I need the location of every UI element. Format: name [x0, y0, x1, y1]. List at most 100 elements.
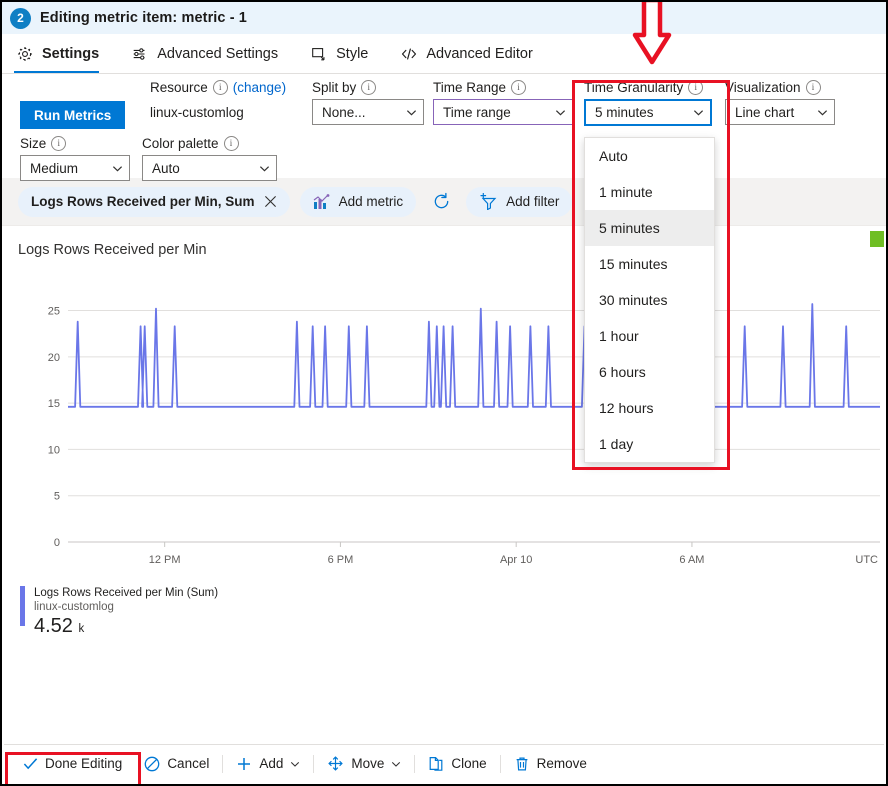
- color-palette-label-row: Color palette i: [142, 134, 292, 152]
- cancel-icon: [144, 756, 160, 771]
- tab-settings[interactable]: Settings: [12, 34, 113, 73]
- cancel-button[interactable]: Cancel: [133, 750, 220, 778]
- y-axis-tick: 25: [48, 306, 60, 318]
- y-axis-tick: 15: [48, 398, 60, 410]
- resource-value: linux-customlog: [150, 105, 244, 120]
- chevron-down-icon: [693, 110, 704, 116]
- done-editing-label: Done Editing: [45, 756, 123, 771]
- granularity-option[interactable]: 1 day: [585, 426, 714, 462]
- visualization-value: Line chart: [735, 104, 795, 120]
- sliders-icon: [133, 47, 145, 60]
- plus-icon: [238, 757, 251, 770]
- run-metrics-button[interactable]: Run Metrics: [20, 101, 126, 129]
- x-axis-tick: 12 PM: [149, 554, 181, 566]
- granularity-option[interactable]: 30 minutes: [585, 282, 714, 318]
- granularity-option[interactable]: 1 minute: [585, 174, 714, 210]
- add-filter-button[interactable]: Add filter: [466, 186, 573, 217]
- trash-icon: [516, 757, 528, 770]
- editing-metric-panel: 2 Editing metric item: metric - 1 Settin…: [0, 0, 888, 786]
- color-palette-select[interactable]: Auto: [142, 155, 277, 181]
- done-editing-button[interactable]: Done Editing: [12, 750, 133, 778]
- visualization-label-row: Visualization i: [725, 78, 845, 96]
- time-granularity-select[interactable]: 5 minutes: [584, 99, 712, 126]
- add-metric-button[interactable]: Add metric: [299, 186, 417, 217]
- time-granularity-field: Time Granularity i 5 minutes: [584, 78, 714, 126]
- clone-button[interactable]: Clone: [417, 750, 497, 778]
- time-range-field: Time Range i Time range: [433, 78, 573, 125]
- split-by-label-row: Split by i: [312, 78, 432, 96]
- tab-settings-label: Settings: [42, 45, 100, 62]
- cancel-label: Cancel: [167, 756, 210, 771]
- granularity-option[interactable]: 15 minutes: [585, 246, 714, 282]
- time-range-select[interactable]: Time range: [433, 99, 573, 125]
- remove-button[interactable]: Remove: [503, 750, 598, 778]
- chevron-down-icon: [112, 165, 123, 172]
- size-field: Size i Medium: [20, 134, 140, 181]
- y-axis-tick: 5: [54, 491, 60, 503]
- tab-bar: Settings Advanced Settings Style Advance…: [2, 34, 886, 74]
- move-label: Move: [351, 756, 385, 771]
- time-range-value: Time range: [443, 104, 511, 120]
- chart-title: Logs Rows Received per Min: [18, 242, 207, 258]
- time-range-label-row: Time Range i: [433, 78, 573, 96]
- y-axis-tick: 0: [54, 537, 60, 549]
- legend-text: Logs Rows Received per Min (Sum) linux-c…: [34, 586, 218, 641]
- time-granularity-label: Time Granularity: [584, 79, 684, 95]
- style-icon: [312, 47, 325, 60]
- size-select[interactable]: Medium: [20, 155, 130, 181]
- info-icon[interactable]: i: [223, 135, 239, 151]
- close-icon[interactable]: [264, 195, 277, 208]
- move-button[interactable]: Move: [316, 750, 412, 778]
- chevron-down-icon: [555, 109, 566, 116]
- tab-advanced-settings[interactable]: Advanced Settings: [127, 34, 292, 73]
- x-axis-tick: Apr 10: [500, 554, 532, 566]
- refresh-button[interactable]: [426, 187, 456, 217]
- panel-header: 2 Editing metric item: metric - 1: [2, 2, 886, 34]
- granularity-option[interactable]: 12 hours: [585, 390, 714, 426]
- add-filter-label: Add filter: [506, 194, 560, 209]
- chevron-down-icon: [406, 109, 417, 116]
- granularity-option[interactable]: 5 minutes: [585, 210, 714, 246]
- info-icon[interactable]: i: [688, 79, 704, 95]
- visualization-select[interactable]: Line chart: [725, 99, 835, 125]
- refresh-icon: [434, 192, 448, 209]
- tab-advanced-editor-label: Advanced Editor: [426, 45, 533, 62]
- split-by-value: None...: [322, 104, 366, 120]
- granularity-option[interactable]: 1 hour: [585, 318, 714, 354]
- divider: [414, 754, 416, 773]
- tab-style-label: Style: [336, 45, 369, 62]
- time-granularity-dropdown[interactable]: Auto 1 minute 5 minutes 15 minutes 30 minute…: [584, 137, 715, 463]
- chart-area: Logs Rows Received per Min 0 5 10 15 20 25 12 …: [2, 226, 886, 656]
- metric-chip[interactable]: Logs Rows Received per Min, Sum: [18, 186, 290, 217]
- x-axis-tick: 6 AM: [679, 554, 704, 566]
- size-value: Medium: [30, 160, 79, 176]
- settings-panel: Run Metrics Resource i (change) linux-cu…: [2, 74, 886, 181]
- info-icon[interactable]: i: [805, 79, 821, 95]
- granularity-option[interactable]: Auto: [585, 138, 714, 174]
- info-icon[interactable]: i: [212, 79, 228, 95]
- step-badge: 2: [10, 7, 31, 29]
- tab-advanced-editor[interactable]: Advanced Editor: [396, 34, 546, 73]
- y-axis-tick: 10: [48, 444, 60, 456]
- line-chart[interactable]: 0 5 10 15 20 25 12 PM 6 PM Apr 10 6 AM UTC: [2, 280, 886, 580]
- legend-value-number: 4.52: [34, 615, 73, 637]
- split-by-select[interactable]: None...: [312, 99, 424, 125]
- green-marker: [870, 231, 884, 247]
- metric-chip-label: Logs Rows Received per Min, Sum: [31, 194, 255, 209]
- color-palette-field: Color palette i Auto: [142, 134, 292, 181]
- split-by-label: Split by: [312, 79, 357, 95]
- chart-legend: Logs Rows Received per Min (Sum) linux-c…: [2, 580, 886, 641]
- info-icon[interactable]: i: [361, 79, 377, 95]
- clone-icon: [429, 756, 443, 771]
- tab-style[interactable]: Style: [306, 34, 382, 73]
- info-icon[interactable]: i: [511, 79, 527, 95]
- add-button[interactable]: Add: [225, 750, 311, 778]
- clone-label: Clone: [451, 756, 487, 771]
- time-granularity-value: 5 minutes: [595, 105, 654, 120]
- chevron-down-icon: [817, 109, 828, 116]
- granularity-option[interactable]: 6 hours: [585, 354, 714, 390]
- resource-change-link[interactable]: (change): [233, 80, 286, 95]
- command-bar: Done Editing Cancel Add Move Clone Remov…: [4, 744, 884, 782]
- info-icon[interactable]: i: [51, 135, 67, 151]
- metric-chips-row: Logs Rows Received per Min, Sum Add metr…: [2, 178, 886, 226]
